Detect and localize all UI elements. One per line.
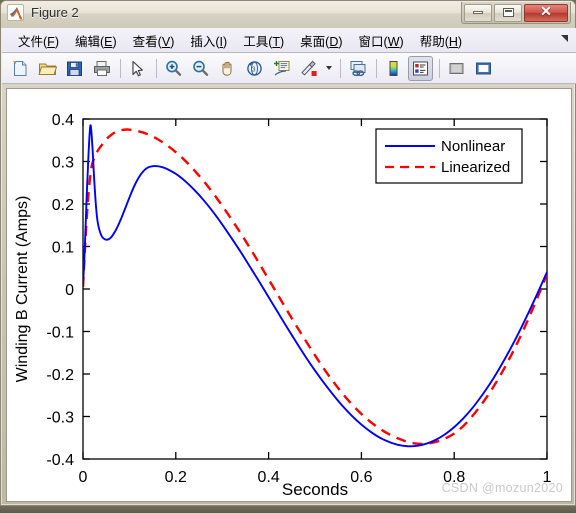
watermark: CSDN @mozun2020 bbox=[441, 481, 563, 495]
y-tick-label: -0.1 bbox=[46, 325, 74, 342]
toolbar-separator bbox=[376, 58, 377, 78]
toolbar-separator bbox=[340, 58, 341, 78]
menu-item-insert[interactable]: 插入(I) bbox=[182, 28, 235, 53]
matlab-icon bbox=[7, 4, 24, 21]
show-plot-tools-icon[interactable] bbox=[471, 56, 496, 81]
toolbar-separator bbox=[439, 58, 440, 78]
window-controls: ✕ bbox=[461, 2, 571, 24]
toolbar: 3 bbox=[2, 53, 576, 84]
x-tick-label: 0.6 bbox=[350, 469, 372, 486]
link-plot-icon[interactable] bbox=[345, 56, 370, 81]
y-tick-label: -0.4 bbox=[46, 452, 74, 469]
zoom-in-icon[interactable] bbox=[161, 56, 186, 81]
menu-accel-edit: E bbox=[104, 34, 113, 49]
menu-label-view: 查看( bbox=[132, 34, 162, 49]
menu-label-window: 窗口( bbox=[358, 34, 388, 49]
title-bar[interactable]: Figure 2 ✕ bbox=[1, 1, 575, 28]
y-tick-label: 0.3 bbox=[52, 155, 74, 172]
minimize-icon bbox=[473, 11, 483, 14]
toolbar-separator bbox=[120, 58, 121, 78]
pointer-select-icon[interactable] bbox=[125, 56, 150, 81]
menu-item-desktop[interactable]: 桌面(D) bbox=[292, 28, 350, 53]
open-file-icon[interactable] bbox=[35, 56, 60, 81]
menu-item-help[interactable]: 帮助(H) bbox=[412, 28, 470, 53]
menu-bar: 文件(F) 编辑(E) 查看(V) 插入(I) 工具(T) 桌面(D) 窗口(W… bbox=[2, 28, 576, 53]
print-figure-icon[interactable] bbox=[89, 56, 114, 81]
y-tick-label: 0.4 bbox=[52, 112, 74, 129]
figure-window: Figure 2 ✕ 文件(F) 编辑(E) 查看(V) 插入(I) 工具(T)… bbox=[0, 0, 576, 506]
new-figure-icon[interactable] bbox=[8, 56, 33, 81]
menu-accel-view: V bbox=[161, 34, 171, 49]
maximize-icon bbox=[502, 8, 514, 17]
svg-text:3: 3 bbox=[252, 66, 256, 73]
rotate-3d-icon[interactable]: 3 bbox=[242, 56, 267, 81]
menu-label-tools: 工具( bbox=[243, 34, 273, 49]
legend-icon[interactable] bbox=[408, 55, 433, 81]
menu-label-edit: 编辑( bbox=[74, 34, 105, 49]
close-button[interactable]: ✕ bbox=[524, 3, 568, 22]
figure-canvas[interactable]: 0 0.2 0.4 0.6 0.8 1 -0.4 -0.3 -0.2 -0.1 0 0.1 0.2 0.… bbox=[6, 88, 572, 502]
brush-icon[interactable] bbox=[296, 56, 321, 81]
zoom-out-icon[interactable] bbox=[188, 56, 213, 81]
data-cursor-icon[interactable] bbox=[269, 56, 294, 81]
save-figure-icon[interactable] bbox=[62, 56, 87, 81]
minimize-button[interactable] bbox=[464, 3, 492, 22]
x-tick-label: 0.2 bbox=[165, 469, 187, 486]
menu-label-desktop: 桌面( bbox=[300, 34, 330, 49]
menu-accel-file: F bbox=[47, 34, 55, 49]
menu-label-help: 帮助( bbox=[419, 34, 449, 49]
y-axis-label: Winding B Current (Amps) bbox=[14, 196, 31, 383]
window-title: Figure 2 bbox=[31, 5, 79, 20]
y-tick-label: -0.3 bbox=[46, 410, 74, 427]
y-tick-label: -0.2 bbox=[46, 367, 74, 384]
menu-overflow-icon[interactable] bbox=[560, 34, 569, 46]
menu-accel-window: W bbox=[387, 34, 400, 49]
title-bar-left: Figure 2 bbox=[7, 4, 79, 21]
x-axis-label: Seconds bbox=[282, 480, 348, 499]
y-tick-label: 0 bbox=[65, 282, 74, 299]
legend-label-linearized: Linearized bbox=[441, 159, 510, 176]
legend[interactable]: Nonlinear Linearized bbox=[375, 128, 523, 184]
menu-label-file: 文件( bbox=[18, 34, 48, 49]
hide-plot-tools-icon[interactable] bbox=[444, 56, 469, 81]
menu-item-edit[interactable]: 编辑(E) bbox=[67, 28, 125, 53]
close-icon: ✕ bbox=[540, 4, 552, 20]
maximize-button[interactable] bbox=[494, 3, 522, 22]
x-tick-label: 0.4 bbox=[257, 469, 279, 486]
brush-dropdown-arrow-icon[interactable] bbox=[323, 56, 334, 81]
legend-label-nonlinear: Nonlinear bbox=[441, 138, 505, 155]
x-tick-label: 0 bbox=[79, 469, 88, 486]
toolbar-separator bbox=[156, 58, 157, 78]
menu-item-tools[interactable]: 工具(T) bbox=[235, 28, 292, 53]
desktop-background bbox=[0, 506, 576, 513]
menu-label-insert: 插入( bbox=[190, 34, 220, 49]
y-tick-label: 0.2 bbox=[52, 197, 74, 214]
menu-item-file[interactable]: 文件(F) bbox=[10, 28, 67, 53]
plot-svg: 0 0.2 0.4 0.6 0.8 1 -0.4-0.3-0.2-0.100.10.20.… bbox=[14, 112, 552, 499]
pan-hand-icon[interactable] bbox=[215, 56, 240, 81]
y-tick-label: 0.1 bbox=[52, 240, 74, 257]
menu-accel-tools: T bbox=[272, 34, 280, 49]
menu-item-view[interactable]: 查看(V) bbox=[125, 28, 183, 53]
menu-accel-help: H bbox=[448, 34, 458, 49]
colorbar-icon[interactable] bbox=[381, 56, 406, 81]
menu-item-window[interactable]: 窗口(W) bbox=[351, 28, 412, 53]
